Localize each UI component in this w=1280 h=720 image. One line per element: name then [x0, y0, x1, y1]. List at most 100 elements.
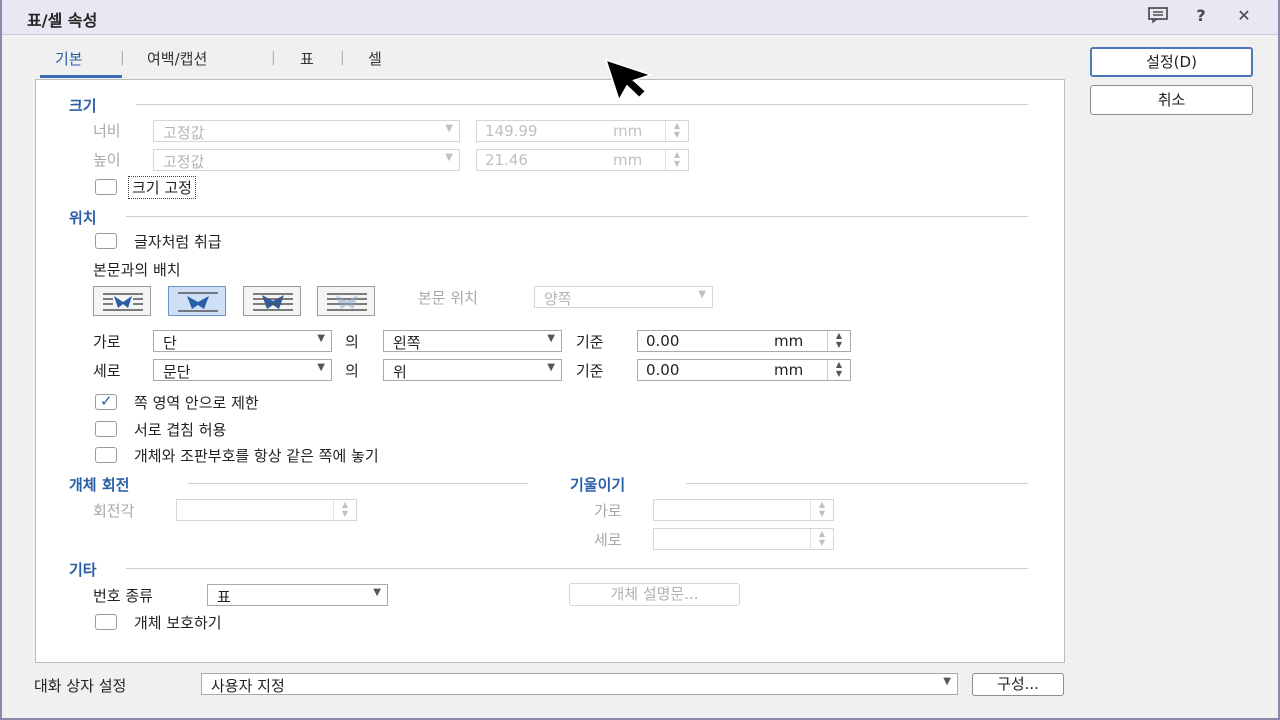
width-mode-combo[interactable]: 고정값 ▼: [153, 120, 460, 142]
width-unit: mm: [613, 122, 643, 140]
section-divider: [126, 216, 1028, 217]
chevron-down-icon: ▼: [445, 152, 453, 163]
chevron-down-icon: ▼: [317, 333, 325, 344]
width-mode-value: 고정값: [163, 124, 205, 142]
text-position-combo[interactable]: 양쪽 ▼: [534, 286, 713, 308]
window-border: [0, 0, 2, 720]
section-size-title: 크기: [69, 97, 97, 115]
spin-arrows-icon[interactable]: ▲ ▼: [665, 121, 688, 141]
tab-basic[interactable]: 기본: [55, 48, 83, 69]
help-icon[interactable]: ?: [1189, 6, 1213, 25]
text-position-value: 양쪽: [544, 290, 572, 308]
wrap-behind-icon: [253, 293, 293, 311]
height-mode-value: 고정값: [163, 153, 205, 171]
section-divider: [686, 483, 1028, 484]
limit-page-checkbox[interactable]: ✓: [95, 392, 117, 410]
tab-separator: |: [120, 50, 125, 66]
active-tab-indicator: [40, 75, 122, 78]
height-value-spinner[interactable]: 21.46 mm ▲ ▼: [476, 149, 689, 171]
numbering-label: 번호 종류: [93, 587, 153, 605]
chevron-down-icon: ▼: [445, 123, 453, 134]
config-button[interactable]: 구성...: [972, 673, 1064, 696]
chevron-down-icon: ▼: [698, 289, 706, 300]
title-bar: [0, 0, 1280, 35]
vertical-offset-value: 0.00: [646, 361, 680, 379]
height-mode-combo[interactable]: 고정값 ▼: [153, 149, 460, 171]
chevron-down-icon: ▼: [317, 362, 325, 373]
vertical-ref-combo[interactable]: 위 ▼: [383, 359, 562, 381]
section-divider: [136, 104, 1028, 105]
vertical-label: 세로: [93, 362, 121, 380]
vertical-of-label: 의: [345, 362, 359, 380]
section-divider: [126, 568, 1028, 569]
tab-margin-caption[interactable]: 여백/캡션: [147, 48, 207, 69]
mouse-cursor-icon: [604, 58, 662, 112]
text-position-label: 본문 위치: [418, 289, 478, 307]
section-skew-title: 기울이기: [570, 476, 626, 494]
comment-icon[interactable]: [1146, 6, 1170, 28]
fix-size-label[interactable]: 크기 고정: [128, 176, 196, 199]
skew-horizontal-spinner[interactable]: ▲ ▼: [653, 499, 834, 521]
vertical-anchor-combo[interactable]: 문단 ▼: [153, 359, 332, 381]
numbering-combo[interactable]: 표 ▼: [207, 584, 388, 606]
treat-as-char-checkbox[interactable]: [95, 233, 117, 249]
chevron-down-icon: ▼: [943, 676, 951, 687]
skew-horizontal-label: 가로: [594, 502, 622, 520]
skew-vertical-spinner[interactable]: ▲ ▼: [653, 528, 834, 550]
cancel-button[interactable]: 취소: [1090, 85, 1253, 115]
tab-table[interactable]: 표: [300, 48, 314, 69]
horizontal-anchor-value: 단: [163, 334, 177, 352]
spin-arrows-icon[interactable]: ▲ ▼: [827, 360, 850, 380]
object-description-button[interactable]: 개체 설명문...: [569, 583, 740, 606]
ok-button[interactable]: 설정(D): [1090, 47, 1253, 77]
horizontal-base-label: 기준: [576, 333, 604, 351]
tab-cell[interactable]: 셀: [368, 48, 382, 69]
spin-arrows-icon[interactable]: ▲ ▼: [827, 331, 850, 351]
horizontal-offset-unit: mm: [774, 332, 804, 350]
limit-page-label: 쪽 영역 안으로 제한: [134, 394, 259, 412]
protect-object-label: 개체 보호하기: [134, 614, 222, 632]
tab-separator: |: [271, 50, 276, 66]
horizontal-ref-combo[interactable]: 왼쪽 ▼: [383, 330, 562, 352]
horizontal-offset-value: 0.00: [646, 332, 680, 350]
horizontal-label: 가로: [93, 333, 121, 351]
wrap-behind-text-button[interactable]: [243, 286, 301, 316]
dialog-title: 표/셀 속성: [27, 11, 98, 30]
allow-overlap-checkbox[interactable]: [95, 421, 117, 437]
tab-separator: |: [340, 50, 345, 66]
spin-arrows-icon[interactable]: ▲ ▼: [665, 150, 688, 170]
fix-size-checkbox[interactable]: [95, 179, 117, 195]
spin-arrows-icon[interactable]: ▲ ▼: [333, 500, 356, 520]
dialog-setting-combo[interactable]: 사용자 지정 ▼: [201, 673, 958, 695]
wrap-front-icon: [327, 293, 367, 311]
close-icon[interactable]: ✕: [1232, 6, 1256, 25]
chevron-down-icon: ▼: [547, 333, 555, 344]
section-misc-title: 기타: [69, 561, 97, 579]
height-label: 높이: [93, 151, 121, 169]
width-value-spinner[interactable]: 149.99 mm ▲ ▼: [476, 120, 689, 142]
same-page-checkbox[interactable]: [95, 447, 117, 463]
vertical-offset-unit: mm: [774, 361, 804, 379]
checkmark-icon: ✓: [100, 392, 113, 410]
wrap-label: 본문과의 배치: [93, 261, 181, 279]
horizontal-offset-spinner[interactable]: 0.00 mm ▲ ▼: [637, 330, 851, 352]
dialog-setting-label: 대화 상자 설정: [34, 677, 127, 695]
allow-overlap-label: 서로 겹침 허용: [134, 421, 227, 439]
spin-arrows-icon[interactable]: ▲ ▼: [810, 529, 833, 549]
spin-arrows-icon[interactable]: ▲ ▼: [810, 500, 833, 520]
wrap-front-text-button[interactable]: [317, 286, 375, 316]
protect-object-checkbox[interactable]: [95, 614, 117, 630]
rotation-angle-spinner[interactable]: ▲ ▼: [176, 499, 357, 521]
horizontal-anchor-combo[interactable]: 단 ▼: [153, 330, 332, 352]
wrap-topbottom-icon: [178, 292, 218, 312]
numbering-value: 표: [217, 588, 231, 606]
width-value: 149.99: [485, 122, 538, 140]
wrap-square-button[interactable]: [93, 286, 151, 316]
height-unit: mm: [613, 151, 643, 169]
section-position-title: 위치: [69, 209, 97, 227]
rotation-angle-label: 회전각: [93, 502, 135, 520]
vertical-base-label: 기준: [576, 362, 604, 380]
vertical-offset-spinner[interactable]: 0.00 mm ▲ ▼: [637, 359, 851, 381]
wrap-topbottom-button[interactable]: [168, 286, 226, 316]
vertical-anchor-value: 문단: [163, 363, 191, 381]
